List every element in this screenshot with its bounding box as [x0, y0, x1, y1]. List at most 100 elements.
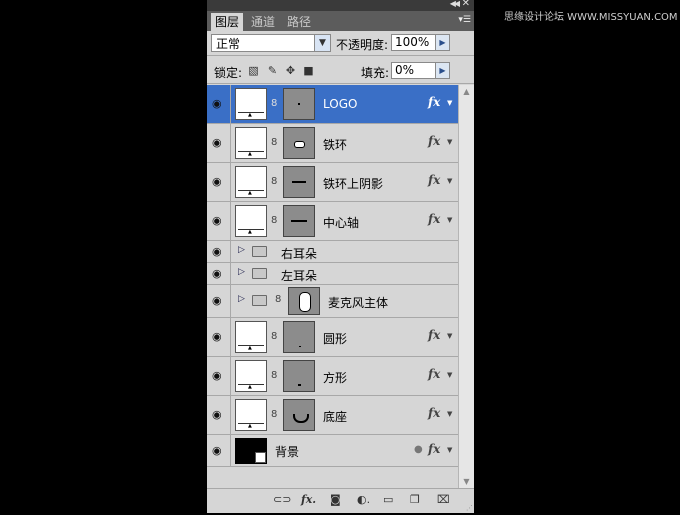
new-group-icon[interactable]: ▭: [383, 494, 393, 506]
link-icon[interactable]: 8: [271, 215, 277, 226]
eye-icon[interactable]: ◉: [212, 444, 222, 457]
layer-name[interactable]: 铁环上阴影: [323, 175, 383, 192]
fx-icon[interactable]: fx: [428, 442, 440, 456]
expand-effects-icon[interactable]: ▼: [447, 216, 452, 224]
link-icon[interactable]: 8: [271, 370, 277, 381]
lock-label: 锁定:: [214, 66, 243, 80]
visibility-toggle[interactable]: ◉: [207, 241, 231, 262]
collapse-icon[interactable]: ◀◀: [450, 0, 460, 8]
layer-row-background[interactable]: ◉ 背景 ● fx ▼: [207, 435, 458, 467]
fx-icon[interactable]: fx: [428, 173, 440, 187]
visibility-toggle[interactable]: ◉: [207, 263, 231, 284]
resize-grip-icon[interactable]: ⋰: [466, 504, 473, 512]
layer-row[interactable]: ◉ ▲ 8 底座 fx ▼: [207, 396, 458, 435]
scroll-up-icon[interactable]: ▲: [460, 85, 473, 98]
layer-group-row[interactable]: ◉ ▷ 8 麦克风主体: [207, 285, 458, 318]
fill-field[interactable]: 0%: [391, 62, 436, 79]
visibility-toggle[interactable]: ◉: [207, 396, 231, 434]
expand-effects-icon[interactable]: ▼: [447, 177, 452, 185]
link-icon[interactable]: 8: [271, 137, 277, 148]
scroll-down-icon[interactable]: ▼: [460, 475, 473, 488]
expand-effects-icon[interactable]: ▼: [447, 446, 452, 454]
fx-icon[interactable]: fx: [428, 406, 440, 420]
expand-effects-icon[interactable]: ▼: [447, 410, 452, 418]
layer-row[interactable]: ◉ ▲ 8 铁环上阴影 fx ▼: [207, 163, 458, 202]
expand-effects-icon[interactable]: ▼: [447, 332, 452, 340]
layer-name[interactable]: 背景: [275, 443, 299, 460]
add-mask-icon[interactable]: ◙: [330, 494, 341, 506]
eye-icon[interactable]: ◉: [212, 176, 222, 188]
expand-group-icon[interactable]: ▷: [238, 245, 245, 255]
link-icon[interactable]: 8: [271, 409, 277, 420]
visibility-toggle[interactable]: ◉: [207, 318, 231, 356]
eye-icon[interactable]: ◉: [212, 215, 222, 227]
layer-row[interactable]: ◉ ▲ 8 圆形 fx ▼: [207, 318, 458, 357]
expand-effects-icon[interactable]: ▼: [447, 371, 452, 379]
expand-effects-icon[interactable]: ▼: [447, 138, 452, 146]
link-icon[interactable]: 8: [271, 98, 277, 109]
group-name[interactable]: 右耳朵: [281, 245, 317, 262]
panel-menu-icon[interactable]: ▾☰: [458, 15, 471, 25]
eye-icon[interactable]: ◉: [212, 295, 222, 307]
layer-group-row[interactable]: ◉ ▷ 右耳朵: [207, 241, 458, 263]
eye-icon[interactable]: ◉: [212, 331, 222, 343]
lock-transparent-icon[interactable]: ▧: [248, 65, 259, 76]
visibility-toggle[interactable]: ◉: [207, 85, 231, 123]
opacity-field[interactable]: 100%: [391, 34, 436, 51]
chevron-down-icon[interactable]: ▼: [314, 35, 330, 51]
vertical-scrollbar[interactable]: ▲ ▼: [458, 85, 474, 488]
layer-group-row[interactable]: ◉ ▷ 左耳朵: [207, 263, 458, 285]
layer-row[interactable]: ◉ ▲ 8 中心轴 fx ▼: [207, 202, 458, 241]
fx-icon[interactable]: fx: [428, 328, 440, 342]
link-icon[interactable]: 8: [275, 294, 281, 305]
layer-name[interactable]: 方形: [323, 369, 347, 386]
visibility-toggle[interactable]: ◉: [207, 163, 231, 201]
layer-row[interactable]: ◉ ▲ 8 方形 fx ▼: [207, 357, 458, 396]
visibility-toggle[interactable]: ◉: [207, 435, 231, 466]
eye-icon[interactable]: ◉: [212, 267, 222, 280]
visibility-toggle[interactable]: ◉: [207, 285, 231, 317]
opacity-slider-button[interactable]: ▶: [435, 34, 450, 51]
link-icon[interactable]: 8: [271, 331, 277, 342]
fx-icon[interactable]: fx: [428, 367, 440, 381]
layer-row[interactable]: ◉ ▲ 8 铁环 fx ▼: [207, 124, 458, 163]
lock-position-move-icon[interactable]: ✥: [285, 65, 296, 76]
group-name[interactable]: 麦克风主体: [328, 294, 388, 311]
expand-group-icon[interactable]: ▷: [238, 294, 245, 304]
lock-all-icon[interactable]: ■: [303, 65, 314, 76]
close-icon[interactable]: ✕: [462, 0, 470, 9]
eye-icon[interactable]: ◉: [212, 370, 222, 382]
fx-icon[interactable]: fx: [428, 212, 440, 226]
tab-channels[interactable]: 通道: [247, 13, 279, 31]
fx-icon[interactable]: fx: [428, 134, 440, 148]
layer-name[interactable]: LOGO: [323, 97, 357, 111]
eye-icon[interactable]: ◉: [212, 245, 222, 258]
eye-icon[interactable]: ◉: [212, 137, 222, 149]
new-layer-icon[interactable]: ❐: [410, 494, 420, 506]
layer-name[interactable]: 中心轴: [323, 214, 359, 231]
visibility-toggle[interactable]: ◉: [207, 357, 231, 395]
group-name[interactable]: 左耳朵: [281, 267, 317, 284]
tab-layers[interactable]: 图层: [211, 13, 244, 31]
lock-image-brush-icon[interactable]: ✎: [267, 65, 278, 76]
fx-icon[interactable]: fx: [428, 95, 440, 109]
blend-mode-select[interactable]: 正常 ▼: [211, 34, 331, 52]
add-layer-style-icon[interactable]: fx.: [301, 494, 316, 506]
fill-slider-button[interactable]: ▶: [435, 62, 450, 79]
expand-effects-icon[interactable]: ▼: [447, 99, 452, 107]
layer-name[interactable]: 铁环: [323, 136, 347, 153]
expand-group-icon[interactable]: ▷: [238, 267, 245, 277]
lock-fill-row: 锁定: ▧ ✎ ✥ ■ 填充: 0% ▶: [207, 56, 474, 82]
visibility-toggle[interactable]: ◉: [207, 124, 231, 162]
layer-name[interactable]: 圆形: [323, 330, 347, 347]
eye-icon[interactable]: ◉: [212, 409, 222, 421]
adjustment-layer-icon[interactable]: ◐.: [357, 494, 370, 506]
tab-paths[interactable]: 路径: [283, 13, 315, 31]
eye-icon[interactable]: ◉: [212, 98, 222, 110]
layer-row-logo[interactable]: ◉ ▲ 8 LOGO fx ▼: [207, 85, 458, 124]
delete-layer-icon[interactable]: ⌧: [437, 494, 450, 506]
visibility-toggle[interactable]: ◉: [207, 202, 231, 240]
link-icon[interactable]: 8: [271, 176, 277, 187]
layer-name[interactable]: 底座: [323, 408, 347, 425]
link-layers-icon[interactable]: ⊂⊃: [273, 494, 291, 506]
